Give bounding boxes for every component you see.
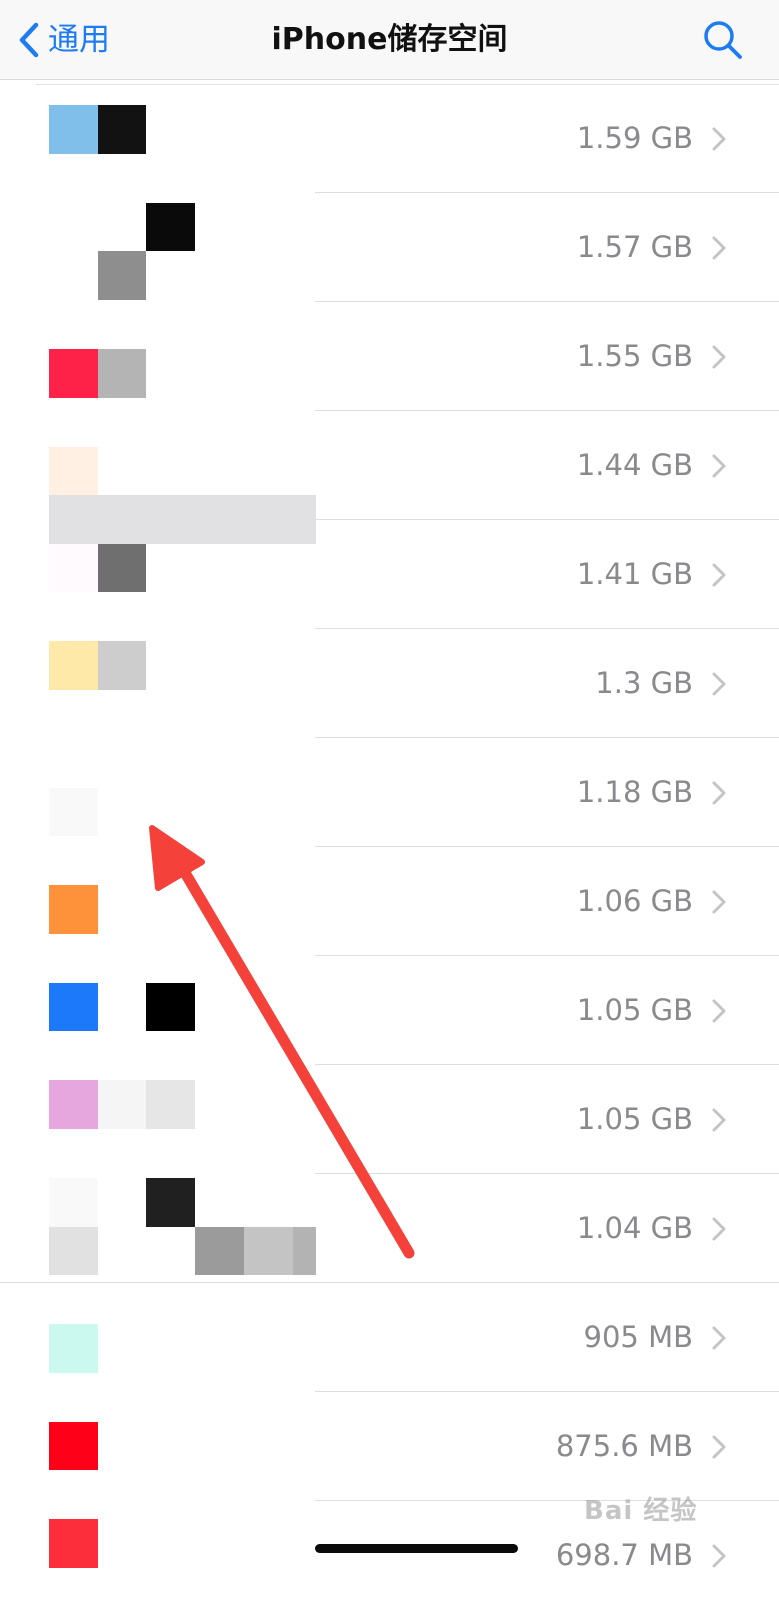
- pixelated-icon: [49, 641, 98, 690]
- app-size: 1.41 GB: [576, 557, 693, 591]
- app-size: 1.55 GB: [576, 339, 693, 373]
- pixelated-icon: [49, 1324, 98, 1373]
- pixelated-icon: [49, 1519, 98, 1568]
- pixelated-icon: [49, 447, 98, 495]
- pixelated-icon: [98, 251, 146, 300]
- chevron-right-icon: [712, 127, 726, 151]
- pixelated-icon: [98, 1080, 146, 1129]
- app-size: 1.05 GB: [576, 1102, 693, 1136]
- pixelated-icon: [146, 203, 195, 251]
- chevron-right-icon: [712, 236, 726, 260]
- pixelated-icon: [98, 544, 146, 592]
- pixelated-icon: [49, 885, 98, 934]
- app-size: 1.06 GB: [576, 884, 693, 918]
- home-indicator[interactable]: [315, 1544, 518, 1553]
- back-button[interactable]: 通用: [18, 18, 110, 62]
- app-size: 1.18 GB: [576, 775, 693, 809]
- chevron-right-icon: [712, 1544, 726, 1568]
- pixelated-icon: [146, 1080, 195, 1129]
- app-row[interactable]: 905 MB: [0, 1283, 779, 1392]
- pixelated-icon: [49, 983, 98, 1031]
- pixelated-icon: [49, 105, 98, 154]
- pixelated-icon: [98, 105, 146, 154]
- pixelated-text-strip: [49, 495, 316, 544]
- app-row[interactable]: 1.18 GB: [0, 738, 779, 847]
- pixelated-icon: [49, 1422, 98, 1470]
- app-row[interactable]: 1.05 GB: [0, 956, 779, 1065]
- app-row[interactable]: 875.6 MB: [0, 1392, 779, 1501]
- pixelated-icon: [244, 1227, 293, 1275]
- pixelated-icon: [146, 983, 195, 1031]
- page-title: iPhone储存空间: [271, 22, 508, 57]
- chevron-right-icon: [712, 672, 726, 696]
- pixelated-icon: [49, 349, 98, 398]
- app-size: 905 MB: [583, 1320, 694, 1354]
- chevron-right-icon: [712, 345, 726, 369]
- app-size: 698.7 MB: [555, 1538, 693, 1572]
- pixelated-icon: [49, 544, 98, 592]
- app-size: 1.04 GB: [576, 1211, 693, 1245]
- back-label: 通用: [48, 22, 110, 58]
- chevron-right-icon: [712, 1108, 726, 1132]
- chevron-right-icon: [712, 1435, 726, 1459]
- app-size: 1.05 GB: [576, 993, 693, 1027]
- app-row[interactable]: 1.06 GB: [0, 847, 779, 956]
- chevron-left-icon: [18, 22, 40, 58]
- navigation-bar: 通用 iPhone储存空间: [0, 0, 779, 80]
- chevron-right-icon: [712, 454, 726, 478]
- pixelated-icon: [195, 1227, 244, 1275]
- chevron-right-icon: [712, 999, 726, 1023]
- chevron-right-icon: [712, 563, 726, 587]
- app-row[interactable]: 1.04 GB: [0, 1174, 779, 1283]
- app-size: 1.57 GB: [576, 230, 693, 264]
- app-size: 1.44 GB: [576, 448, 693, 482]
- chevron-right-icon: [712, 1217, 726, 1241]
- pixelated-icon: [146, 1178, 195, 1227]
- app-size: 1.59 GB: [576, 121, 693, 155]
- app-size: 875.6 MB: [555, 1429, 693, 1463]
- app-size: 1.3 GB: [595, 666, 693, 700]
- search-button[interactable]: [703, 20, 743, 60]
- pixelated-icon: [293, 1227, 316, 1275]
- storage-screen: 通用 iPhone储存空间 1.59 GB 1.57 GB 1.55 GB 1.…: [0, 0, 779, 1600]
- chevron-right-icon: [712, 890, 726, 914]
- chevron-right-icon: [712, 781, 726, 805]
- pixelated-icon: [49, 1080, 98, 1129]
- pixelated-icon: [49, 788, 98, 836]
- pixelated-icon: [98, 349, 146, 398]
- pixelated-icon: [49, 1227, 98, 1275]
- chevron-right-icon: [712, 1326, 726, 1350]
- pixelated-icon: [49, 1178, 98, 1227]
- pixelated-icon: [98, 641, 146, 690]
- search-icon: [703, 21, 743, 64]
